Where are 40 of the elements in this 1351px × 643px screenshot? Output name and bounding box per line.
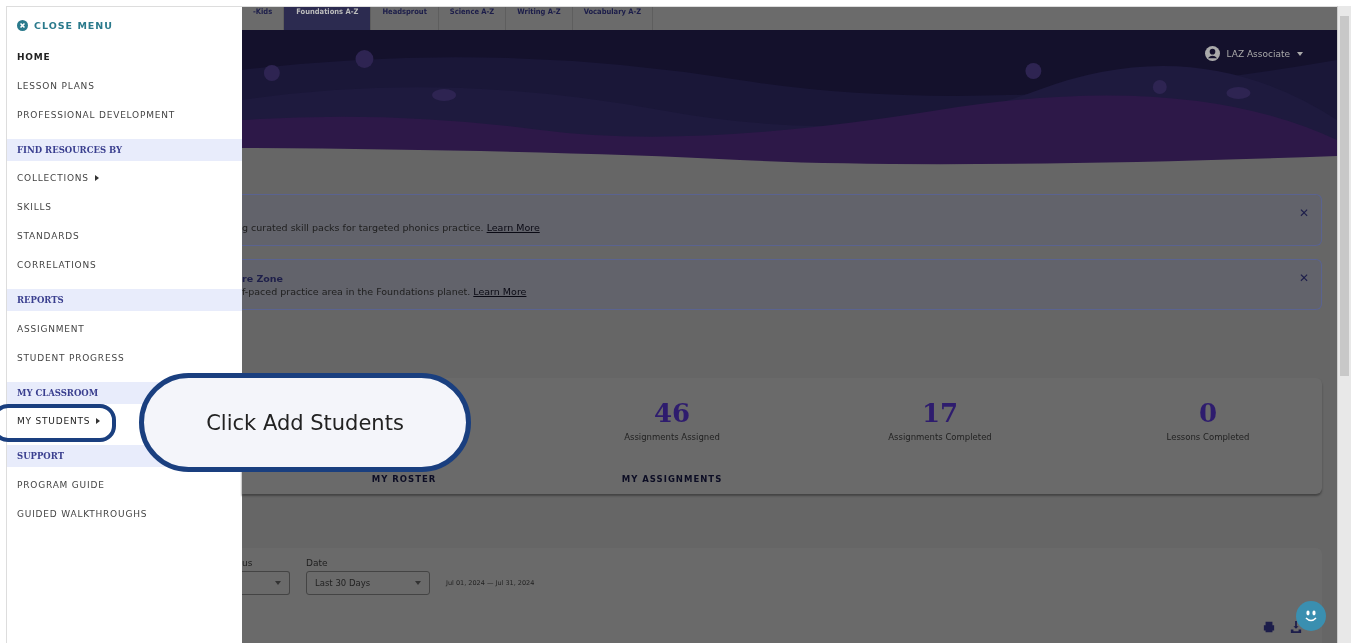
- menu-section-heading: FIND RESOURCES BY: [7, 139, 242, 161]
- user-menu[interactable]: LAZ Associate: [1204, 46, 1303, 61]
- menu-item[interactable]: CORRELATIONS: [7, 250, 107, 279]
- menu-item[interactable]: LESSON PLANS: [7, 71, 105, 100]
- caret-icon: [96, 418, 101, 424]
- status-select[interactable]: [242, 571, 290, 595]
- scrollbar[interactable]: [1337, 6, 1351, 643]
- stats-link[interactable]: MY ROSTER: [371, 474, 437, 484]
- menu-item[interactable]: PROGRAM GUIDE: [7, 470, 115, 499]
- banner-text: g curated skill packs for targeted phonics practice.: [242, 222, 484, 233]
- chat-bubble-icon[interactable]: [1296, 601, 1326, 631]
- stat-value: 0: [1198, 398, 1218, 428]
- user-avatar-icon: [1204, 46, 1220, 61]
- menu-item[interactable]: STUDENT PROGRESS: [7, 343, 135, 372]
- download-icon[interactable]: [1290, 621, 1302, 633]
- callout: Click Add Students: [139, 373, 471, 472]
- close-icon: [17, 19, 28, 31]
- menu-section-heading: REPORTS: [7, 289, 242, 311]
- close-menu-button[interactable]: CLOSE MENU: [7, 16, 123, 34]
- stats-link[interactable]: MY ASSIGNMENTS: [621, 474, 723, 484]
- caret-icon: [94, 175, 99, 181]
- caret-icon: [415, 581, 421, 585]
- print-icon[interactable]: [1263, 621, 1275, 633]
- menu-item[interactable]: HOME: [7, 42, 61, 71]
- banner-title: re Zone: [242, 273, 285, 284]
- menu-item[interactable]: COLLECTIONS: [7, 164, 109, 192]
- menu-item[interactable]: SKILLS: [7, 192, 62, 221]
- caret-icon: [275, 581, 281, 585]
- field-label: Date: [306, 558, 329, 568]
- field-label: us: [242, 558, 254, 568]
- stat-label: Assignments Completed: [888, 432, 992, 442]
- menu-item[interactable]: ASSIGNMENT: [7, 314, 95, 343]
- stat-value: 17: [921, 398, 959, 428]
- menu-item[interactable]: GUIDED WALKTHROUGHS: [7, 499, 158, 528]
- stat-label: Lessons Completed: [1166, 432, 1250, 442]
- menu-item[interactable]: STANDARDS: [7, 221, 90, 250]
- menu-item[interactable]: MY STUDENTS: [7, 407, 111, 435]
- stat-label: Assignments Assigned: [624, 432, 720, 442]
- stat-value: 46: [653, 398, 691, 428]
- menu-item[interactable]: PROFESSIONAL DEVELOPMENT: [7, 100, 186, 129]
